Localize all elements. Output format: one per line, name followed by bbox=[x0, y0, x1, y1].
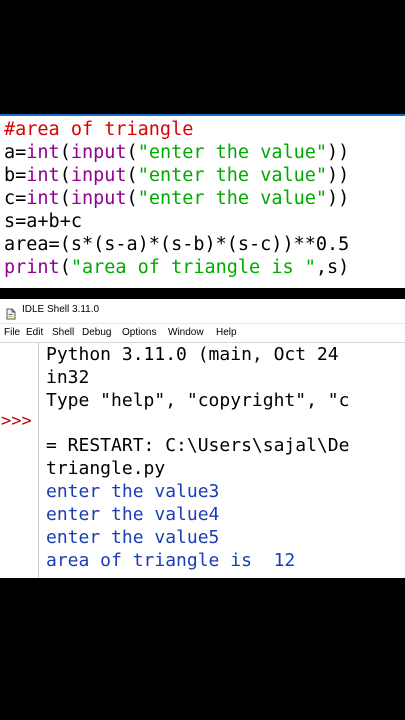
builtin-int: int bbox=[26, 142, 60, 163]
code-line-area: area=(s*(s-a)*(s-b)*(s-c))**0.5 bbox=[4, 234, 350, 255]
string-literal: "enter the value" bbox=[137, 165, 328, 186]
menu-file[interactable]: File bbox=[4, 327, 20, 338]
comment-text: #area of triangle bbox=[4, 119, 194, 140]
code-text: c= bbox=[4, 188, 27, 209]
window-title: IDLE Shell 3.11.0 bbox=[22, 304, 100, 315]
output-line: enter the value4 bbox=[46, 504, 220, 525]
code-paren: ( bbox=[59, 188, 71, 209]
code-line-print: print("area of triangle is ",s) bbox=[4, 256, 349, 279]
menu-help[interactable]: Help bbox=[216, 327, 237, 338]
string-literal: "area of triangle is " bbox=[70, 257, 316, 278]
idle-app-icon bbox=[6, 305, 16, 320]
builtin-input: input bbox=[70, 165, 127, 186]
builtin-print: print bbox=[4, 257, 60, 278]
code-line-c: c=int(input("enter the value")) bbox=[4, 187, 349, 210]
builtin-int: int bbox=[26, 165, 60, 186]
output-line: enter the value5 bbox=[46, 527, 220, 548]
output-line-result: area of triangle is 12 bbox=[46, 550, 296, 571]
code-editor[interactable]: #area of triangle a=int(input("enter the… bbox=[0, 114, 405, 288]
restart-line: = RESTART: C:\Users\sajal\De bbox=[46, 435, 350, 456]
code-paren: ( bbox=[59, 142, 71, 163]
prompt-gutter: >>> bbox=[0, 343, 39, 578]
string-literal: "enter the value" bbox=[137, 188, 328, 209]
code-paren: )) bbox=[327, 142, 350, 163]
code-text: ,s) bbox=[315, 257, 350, 278]
menu-edit[interactable]: Edit bbox=[26, 327, 43, 338]
code-paren: ( bbox=[126, 188, 138, 209]
code-paren: ( bbox=[126, 165, 138, 186]
code-line-comment: #area of triangle bbox=[4, 118, 193, 141]
code-paren: ( bbox=[59, 165, 71, 186]
restart-line: triangle.py bbox=[46, 458, 166, 479]
code-paren: ( bbox=[126, 142, 138, 163]
menu-window[interactable]: Window bbox=[168, 327, 204, 338]
builtin-input: input bbox=[70, 142, 127, 163]
builtin-int: int bbox=[26, 188, 60, 209]
code-paren: )) bbox=[327, 165, 350, 186]
menu-shell[interactable]: Shell bbox=[52, 327, 74, 338]
title-bar[interactable]: IDLE Shell 3.11.0 bbox=[0, 299, 405, 324]
code-line-s: s=a+b+c bbox=[4, 211, 82, 232]
menu-bar: File Edit Shell Debug Options Window Hel… bbox=[0, 324, 405, 343]
banner-line: Type "help", "copyright", "c bbox=[46, 390, 350, 411]
code-paren: )) bbox=[327, 188, 350, 209]
banner-line: Python 3.11.0 (main, Oct 24 bbox=[46, 344, 339, 365]
code-line-b: b=int(input("enter the value")) bbox=[4, 164, 349, 187]
menu-options[interactable]: Options bbox=[122, 327, 156, 338]
code-text: a= bbox=[4, 142, 27, 163]
menu-debug[interactable]: Debug bbox=[82, 327, 111, 338]
output-line: enter the value3 bbox=[46, 481, 220, 502]
code-paren: ( bbox=[59, 257, 71, 278]
builtin-input: input bbox=[70, 188, 127, 209]
banner-line: in32 bbox=[46, 367, 90, 388]
shell-prompt: >>> bbox=[1, 411, 32, 431]
string-literal: "enter the value" bbox=[137, 142, 328, 163]
idle-shell-window: IDLE Shell 3.11.0 File Edit Shell Debug … bbox=[0, 299, 405, 578]
code-text: b= bbox=[4, 165, 27, 186]
code-line-a: a=int(input("enter the value")) bbox=[4, 141, 349, 164]
